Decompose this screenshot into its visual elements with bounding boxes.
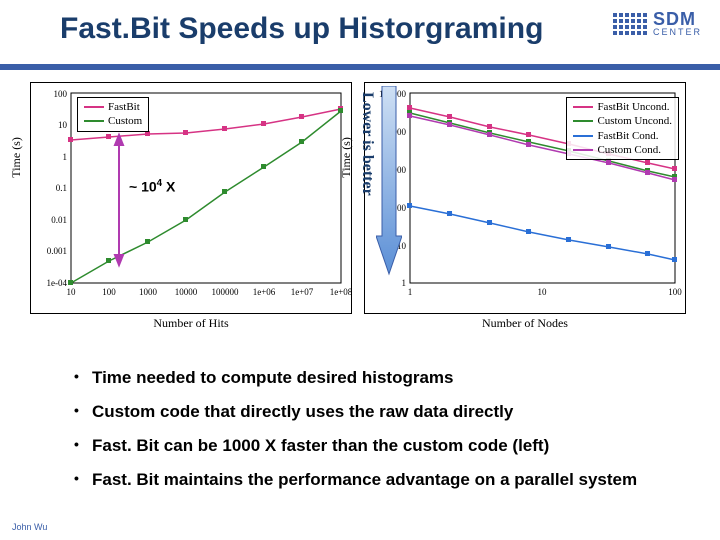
svg-text:10: 10 xyxy=(538,287,548,297)
chart-left-ylabel: Time (s) xyxy=(9,137,24,178)
svg-text:10: 10 xyxy=(58,120,68,130)
slide-title: Fast.Bit Speeds up Historgraming xyxy=(60,12,543,46)
svg-text:100: 100 xyxy=(102,287,116,297)
bullet-list: Time needed to compute desired histogram… xyxy=(30,368,700,504)
chart-right-xlabel: Number of Nodes xyxy=(365,316,685,331)
footer-author: John Wu xyxy=(12,522,47,532)
svg-text:10000: 10000 xyxy=(175,287,198,297)
chart-left-legend: FastBit Custom xyxy=(77,97,149,132)
svg-text:1: 1 xyxy=(408,287,413,297)
chart-right-ylabel: Time (s) xyxy=(339,137,354,178)
legend-item: FastBit Uncond. xyxy=(597,100,669,114)
legend-item: FastBit Cond. xyxy=(597,129,658,143)
svg-text:1: 1 xyxy=(402,278,407,288)
chart-left-xlabel: Number of Hits xyxy=(31,316,351,331)
svg-text:0.1: 0.1 xyxy=(56,183,67,193)
chart-left-annotation: ~ 104 X xyxy=(129,178,175,195)
bullet-item: Fast. Bit can be 1000 X faster than the … xyxy=(70,436,700,456)
legend-item: Custom Cond. xyxy=(597,143,661,157)
svg-text:0.01: 0.01 xyxy=(51,215,67,225)
svg-text:1000: 1000 xyxy=(139,287,158,297)
bullet-item: Fast. Bit maintains the performance adva… xyxy=(70,470,700,490)
sdm-logo: SDM CENTER xyxy=(613,10,702,37)
bullet-item: Custom code that directly uses the raw d… xyxy=(70,402,700,422)
logo-dots-icon xyxy=(613,13,647,35)
svg-text:1e-04: 1e-04 xyxy=(47,278,68,288)
chart-left: Time (s) Number of Hits 100 10 1 0.1 0.0… xyxy=(30,82,352,314)
legend-item: Custom Uncond. xyxy=(597,114,672,128)
arrow-down-icon xyxy=(376,86,402,276)
lower-is-better-note: Lower is better xyxy=(358,92,376,196)
chart-right: Time (s) Number of Nodes 100000 10000 10… xyxy=(364,82,686,314)
svg-text:100: 100 xyxy=(668,287,682,297)
svg-text:1: 1 xyxy=(63,152,68,162)
logo-text-sdm: SDM xyxy=(653,10,702,28)
logo-text-center: CENTER xyxy=(653,28,702,37)
svg-text:0.001: 0.001 xyxy=(47,246,67,256)
chart-right-legend: FastBit Uncond. Custom Uncond. FastBit C… xyxy=(566,97,679,160)
svg-text:1e+06: 1e+06 xyxy=(253,287,276,297)
legend-item: FastBit xyxy=(108,100,140,114)
title-underline xyxy=(0,64,720,70)
svg-text:1e+08: 1e+08 xyxy=(330,287,351,297)
svg-text:100000: 100000 xyxy=(212,287,240,297)
bullet-item: Time needed to compute desired histogram… xyxy=(70,368,700,388)
legend-item: Custom xyxy=(108,114,142,128)
svg-text:100: 100 xyxy=(54,89,68,99)
svg-text:10: 10 xyxy=(67,287,77,297)
svg-text:1e+07: 1e+07 xyxy=(291,287,314,297)
